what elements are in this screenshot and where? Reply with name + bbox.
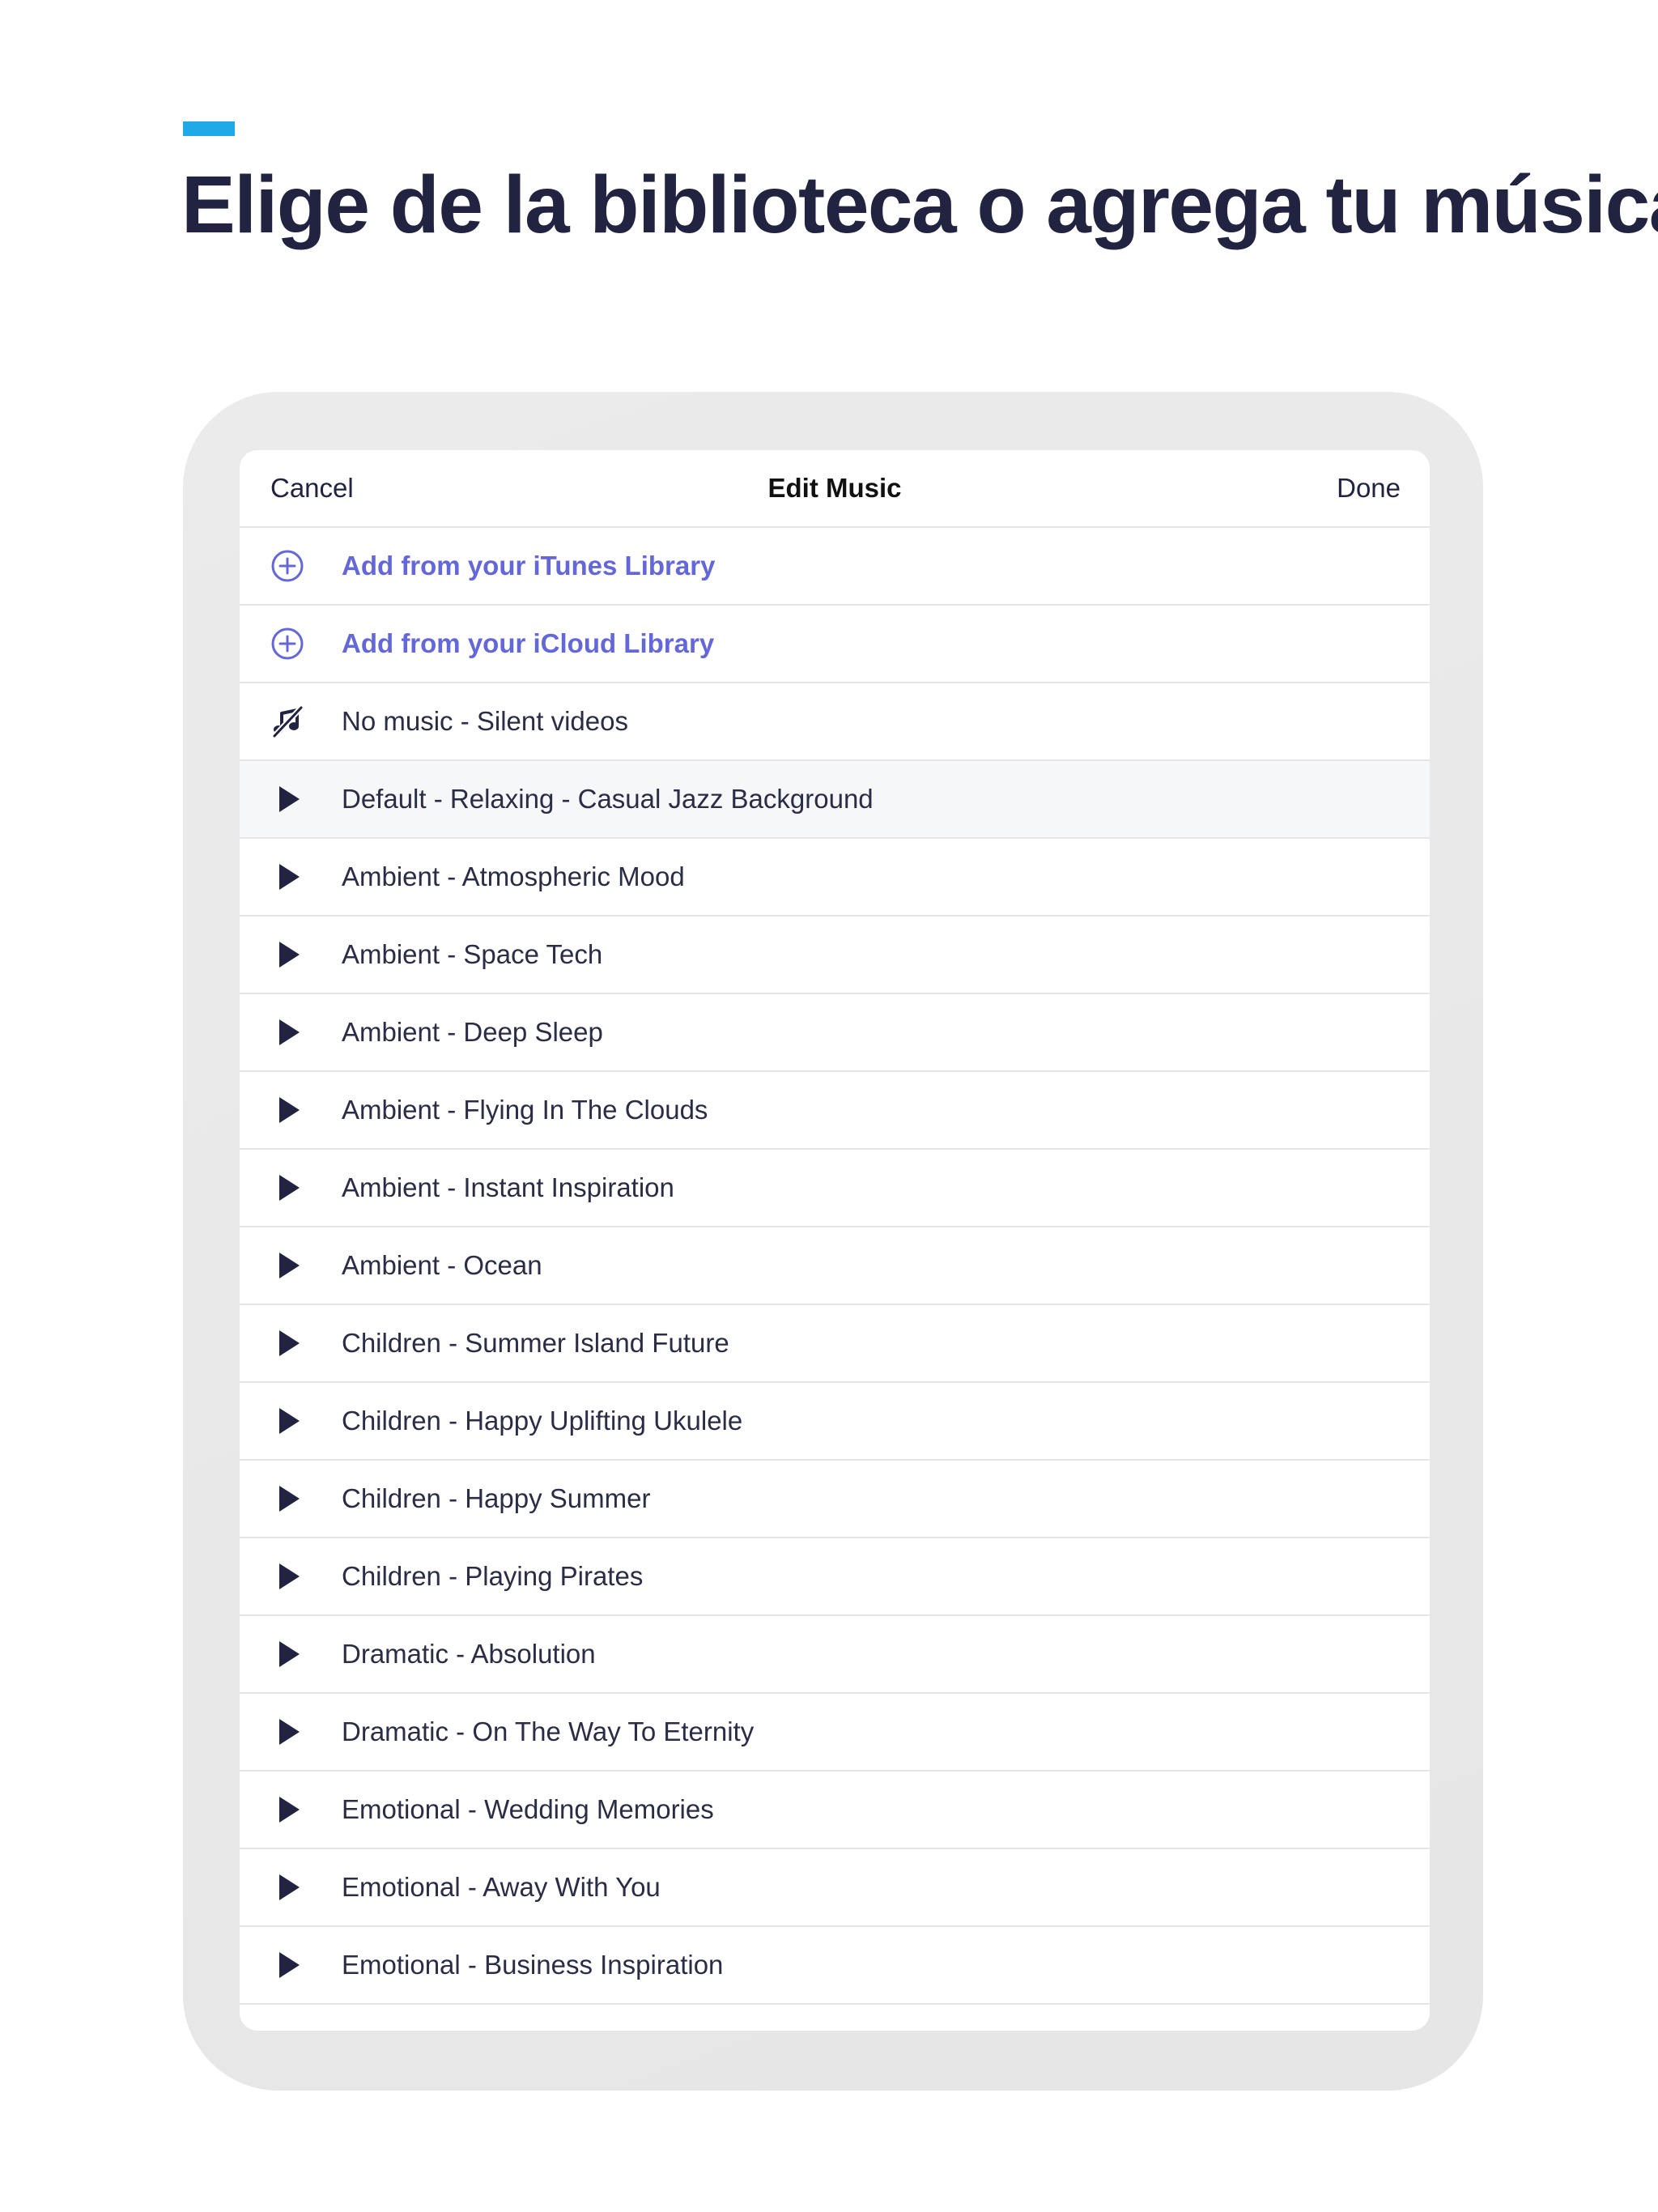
no-music-row[interactable]: No music - Silent videos — [240, 683, 1430, 761]
track-label: Dramatic - On The Way To Eternity — [342, 1716, 755, 1746]
page-headline: Elige de la biblioteca o agrega tu músic… — [181, 160, 1658, 250]
track-row[interactable]: Emotional - Business Inspiration — [240, 1927, 1430, 2005]
track-label: Ambient - Atmospheric Mood — [342, 861, 685, 891]
track-row[interactable]: Ambient - Instant Inspiration — [240, 1150, 1430, 1227]
play-icon[interactable] — [270, 1559, 304, 1593]
music-off-icon — [270, 704, 304, 738]
tablet-frame: Cancel Edit Music Done Add from your iTu… — [183, 392, 1483, 2091]
track-row[interactable]: Emotional - Away With You — [240, 1849, 1430, 1927]
add-icloud-library-row[interactable]: Add from your iCloud Library — [240, 606, 1430, 683]
track-row[interactable]: Ambient - Deep Sleep — [240, 994, 1430, 1072]
play-icon[interactable] — [270, 1870, 304, 1904]
play-icon[interactable] — [270, 1715, 304, 1749]
track-label: Children - Happy Summer — [342, 1483, 651, 1513]
play-icon[interactable] — [270, 1015, 304, 1049]
play-icon[interactable] — [270, 1482, 304, 1516]
play-icon[interactable] — [270, 1404, 304, 1438]
done-button[interactable]: Done — [1337, 450, 1401, 526]
track-row[interactable]: Default - Relaxing - Casual Jazz Backgro… — [240, 761, 1430, 839]
track-row[interactable]: Ambient - Ocean — [240, 1227, 1430, 1305]
track-label: Ambient - Ocean — [342, 1250, 542, 1280]
track-label: Dramatic - Absolution — [342, 1639, 596, 1669]
track-label: Default - Relaxing - Casual Jazz Backgro… — [342, 784, 874, 814]
play-icon[interactable] — [270, 782, 304, 816]
track-row[interactable]: Ambient - Space Tech — [240, 917, 1430, 994]
play-icon[interactable] — [270, 860, 304, 894]
nav-title: Edit Music — [767, 473, 902, 503]
track-label: Ambient - Deep Sleep — [342, 1017, 603, 1047]
track-label: Ambient - Instant Inspiration — [342, 1172, 674, 1202]
play-icon[interactable] — [270, 938, 304, 972]
play-icon[interactable] — [270, 1948, 304, 1982]
play-icon[interactable] — [270, 1326, 304, 1360]
add-itunes-library-row[interactable]: Add from your iTunes Library — [240, 528, 1430, 606]
play-icon[interactable] — [270, 1093, 304, 1127]
track-list: Default - Relaxing - Casual Jazz Backgro… — [240, 761, 1430, 2005]
track-row[interactable]: Dramatic - On The Way To Eternity — [240, 1694, 1430, 1772]
track-row[interactable]: Ambient - Flying In The Clouds — [240, 1072, 1430, 1150]
play-icon[interactable] — [270, 1793, 304, 1827]
play-icon[interactable] — [270, 1171, 304, 1205]
track-row[interactable]: Children - Happy Summer — [240, 1461, 1430, 1538]
track-row[interactable]: Dramatic - Absolution — [240, 1616, 1430, 1694]
plus-circle-icon — [270, 549, 304, 583]
plus-circle-icon — [270, 627, 304, 661]
track-label: Ambient - Flying In The Clouds — [342, 1095, 708, 1125]
row-label: Add from your iCloud Library — [342, 628, 715, 658]
track-label: Emotional - Away With You — [342, 1872, 661, 1902]
track-label: Emotional - Wedding Memories — [342, 1794, 714, 1824]
track-label: Ambient - Space Tech — [342, 939, 603, 969]
play-icon[interactable] — [270, 1249, 304, 1283]
row-label: Add from your iTunes Library — [342, 551, 716, 581]
track-row[interactable]: Children - Summer Island Future — [240, 1305, 1430, 1383]
music-list: Add from your iTunes Library Add from yo… — [240, 528, 1430, 761]
track-label: Children - Summer Island Future — [342, 1328, 729, 1358]
navigation-bar: Cancel Edit Music Done — [240, 450, 1430, 528]
track-row[interactable]: Emotional - Wedding Memories — [240, 1772, 1430, 1849]
accent-bar — [183, 121, 235, 136]
edit-music-screen: Cancel Edit Music Done Add from your iTu… — [240, 450, 1430, 2031]
track-label: Children - Playing Pirates — [342, 1561, 644, 1591]
play-icon[interactable] — [270, 1637, 304, 1671]
track-row[interactable]: Ambient - Atmospheric Mood — [240, 839, 1430, 917]
track-row[interactable]: Children - Happy Uplifting Ukulele — [240, 1383, 1430, 1461]
row-label: No music - Silent videos — [342, 706, 628, 736]
track-label: Children - Happy Uplifting Ukulele — [342, 1406, 743, 1436]
track-label: Emotional - Business Inspiration — [342, 1950, 724, 1980]
track-row[interactable]: Children - Playing Pirates — [240, 1538, 1430, 1616]
